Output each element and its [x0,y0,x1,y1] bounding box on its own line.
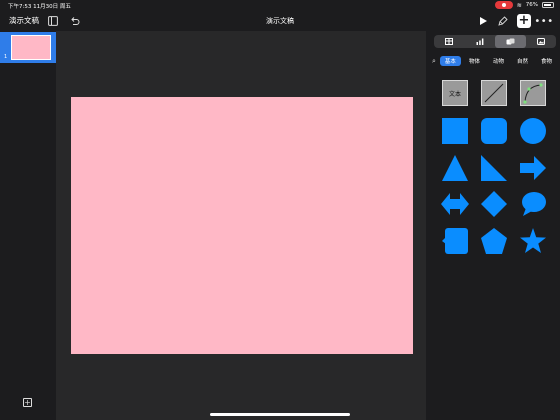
paintbrush-icon [498,16,508,26]
shape-circle[interactable] [519,117,547,145]
status-bar: 下午7:53 11月30日 周五 ≋ 76% [0,0,560,11]
shape-triangle[interactable] [441,154,469,182]
tab-shapes[interactable] [495,35,526,48]
tab-chart[interactable] [465,35,496,48]
media-icon [536,38,545,45]
shapes-icon [506,38,515,45]
square-icon [442,118,468,144]
insert-button[interactable]: + [517,14,531,28]
more-button[interactable]: ••• [534,14,554,28]
status-right: ≋ 76% [494,1,554,9]
category-nature[interactable]: 自然 [512,56,533,66]
tab-media[interactable] [526,35,557,48]
battery-percent: 76% [525,2,538,8]
shape-line[interactable] [480,79,508,107]
ellipsis-icon: ••• [534,15,554,27]
shape-star[interactable] [519,227,547,255]
search-icon[interactable]: ⌕ [432,57,437,66]
insert-type-segments [434,35,556,48]
screen-recording-icon [494,1,513,9]
shape-speech-bubble[interactable] [519,190,547,218]
add-slide-button[interactable]: + [23,398,32,407]
plus-icon: + [518,13,530,28]
double-arrow-icon [441,193,469,215]
slide[interactable] [71,97,413,354]
shape-callout[interactable] [441,227,469,255]
arrow-right-icon [520,156,546,180]
text-shape-label: 文本 [448,90,461,98]
status-time: 下午7:53 11月30日 周五 [8,4,71,10]
callout-icon [442,228,468,254]
wifi-icon: ≋ [516,1,522,9]
slide-thumbnail[interactable] [11,35,51,60]
shape-categories: ⌕ 基本 物体 动物 自然 食物 [432,55,560,67]
star-icon [520,228,546,253]
category-objects[interactable]: 物体 [464,56,485,66]
play-icon [479,17,487,25]
speech-bubble-icon [522,192,546,216]
right-triangle-icon [481,155,507,181]
battery-icon [542,2,554,8]
line-icon [484,83,504,103]
pentagon-icon [481,228,507,254]
rounded-square-icon [481,118,507,144]
circle-icon [520,118,546,144]
toolbar: 演示文稿 演示文稿 + ••• [0,11,560,31]
slide-thumbnail-row[interactable]: 1 [0,32,56,63]
category-basic[interactable]: 基本 [439,56,461,66]
shape-curve[interactable] [519,79,547,107]
shape-double-arrow[interactable] [441,190,469,218]
shape-rounded-square[interactable] [480,117,508,145]
tab-table[interactable] [434,35,465,48]
table-icon [445,38,454,45]
shape-right-triangle[interactable] [480,154,508,182]
slide-navigator: 1 [0,31,56,420]
slide-number: 1 [4,54,8,60]
category-food[interactable]: 食物 [536,56,557,66]
chart-icon [476,38,484,45]
format-button[interactable] [496,14,510,28]
diamond-icon [481,191,507,217]
shape-diamond[interactable] [480,190,508,218]
text-box-tile: 文本 [442,80,468,106]
curve-icon [523,83,543,104]
shape-square[interactable] [441,117,469,145]
play-button[interactable] [476,14,490,28]
curve-tile [520,80,546,106]
shape-text[interactable]: 文本 [441,79,469,107]
line-tile [481,80,507,106]
shape-arrow[interactable] [519,154,547,182]
category-animals[interactable]: 动物 [488,56,509,66]
home-indicator [210,413,350,416]
plus-icon: + [24,398,31,407]
shape-pentagon[interactable] [480,227,508,255]
triangle-icon [442,155,468,181]
